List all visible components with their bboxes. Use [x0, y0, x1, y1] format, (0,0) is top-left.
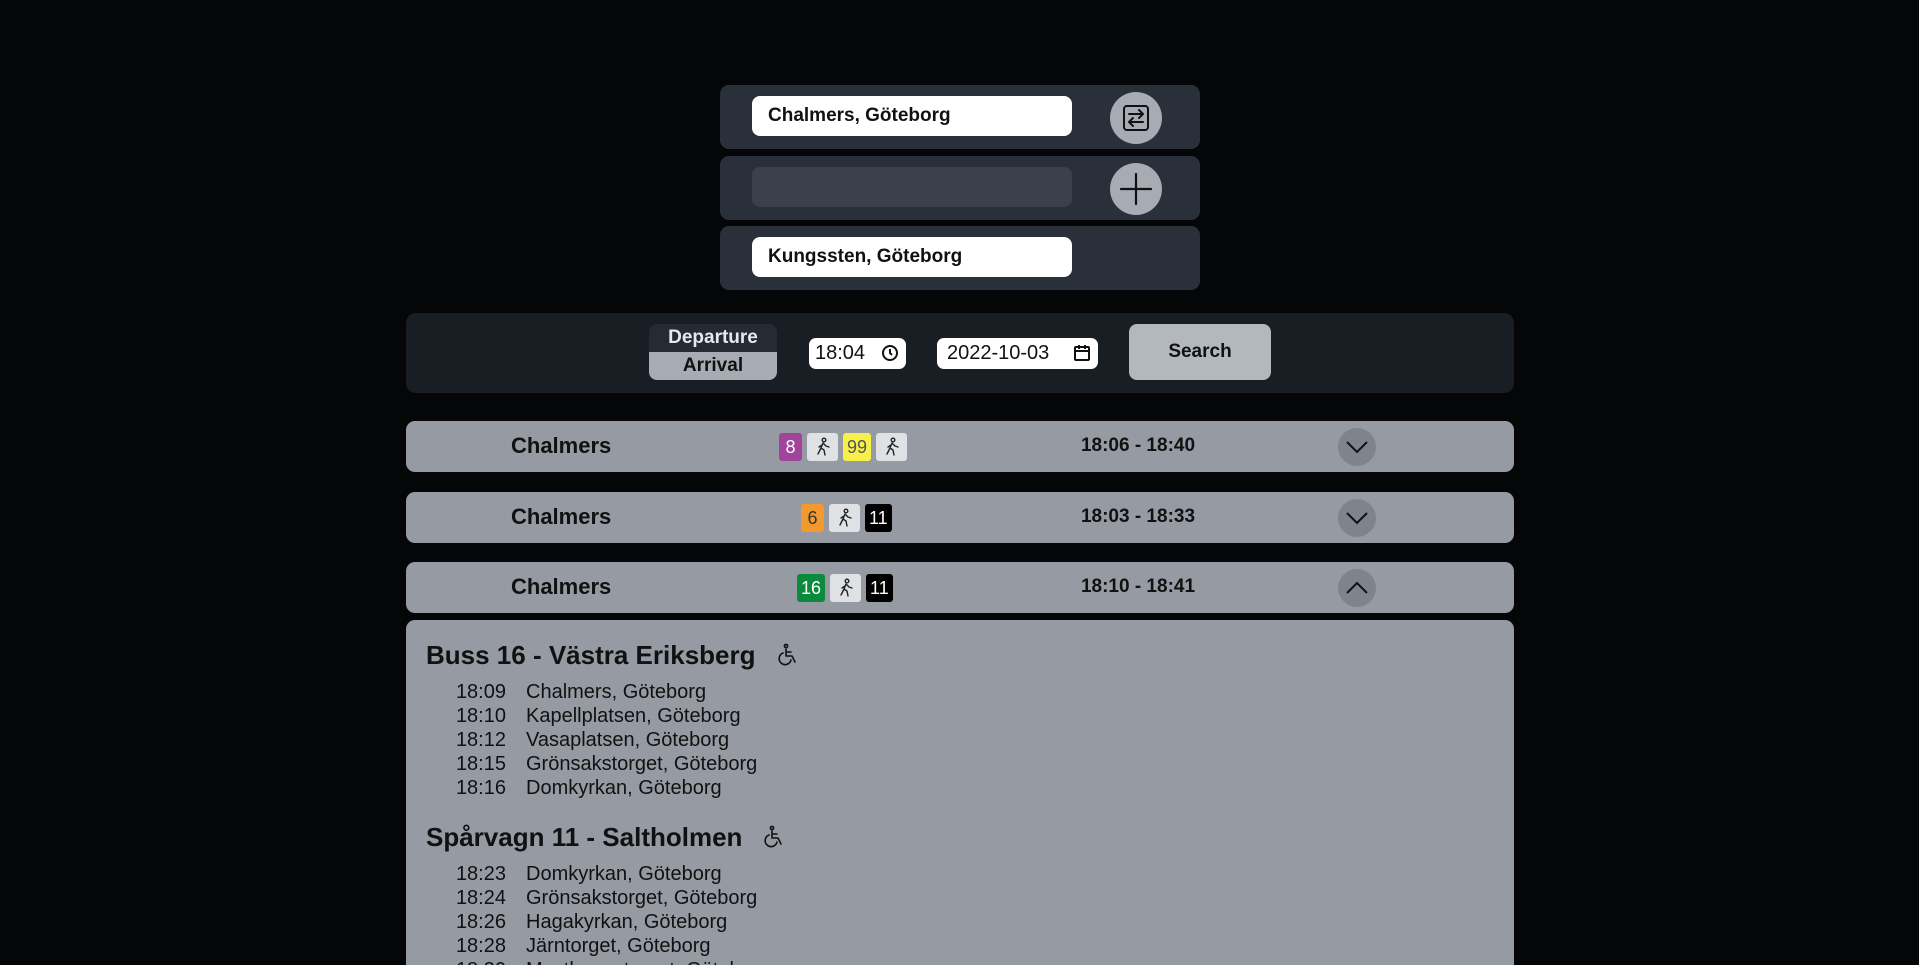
stop-row: 18:12 Vasaplatsen, Göteborg	[426, 728, 1514, 752]
time-input[interactable]: 18:04	[809, 338, 906, 369]
walk-icon	[829, 504, 860, 532]
line-badge: 11	[865, 504, 892, 532]
via-input[interactable]	[752, 167, 1072, 207]
walk-icon	[876, 433, 908, 461]
stop-row: 18:10 Kapellplatsen, Göteborg	[426, 704, 1514, 728]
stop-time: 18:24	[455, 887, 506, 909]
wheelchair-icon	[764, 825, 783, 848]
trip-row[interactable]: Chalmers 6 11 18:03 - 18:33	[406, 492, 1514, 543]
search-bar: Departure Arrival 18:04 2022-10-03 Searc…	[406, 313, 1514, 393]
via-row	[720, 156, 1200, 220]
time-value: 18:04	[815, 342, 866, 364]
trip-legs: 6 11	[801, 504, 892, 532]
plus-icon	[1119, 172, 1153, 206]
stop-time: 18:10	[455, 705, 506, 727]
stop-name: Järntorget, Göteborg	[526, 935, 711, 957]
segment-header: Buss 16 - Västra Eriksberg	[426, 638, 1514, 672]
line-badge: 16	[797, 574, 826, 602]
departure-option[interactable]: Departure	[649, 324, 777, 352]
stop-time: 18:12	[455, 729, 506, 751]
stop-row: 18:23 Domkyrkan, Göteborg	[426, 862, 1514, 886]
stop-name: Chalmers, Göteborg	[526, 681, 707, 703]
date-input[interactable]: 2022-10-03	[937, 338, 1098, 369]
trip-row[interactable]: Chalmers 16 11 18:10 - 18:41	[406, 562, 1514, 613]
trip-origin: Chalmers	[511, 504, 612, 529]
line-badge: 99	[843, 433, 872, 461]
to-input[interactable]	[752, 237, 1072, 277]
from-input[interactable]	[752, 96, 1072, 136]
expand-button[interactable]	[1338, 428, 1376, 466]
segment-title: Spårvagn 11 - Saltholmen	[426, 821, 743, 852]
stop-row: 18:09 Chalmers, Göteborg	[426, 680, 1514, 704]
arrival-option[interactable]: Arrival	[649, 352, 777, 380]
stop-time: 18:30	[426, 958, 526, 965]
line-badge: 6	[801, 504, 824, 532]
stop-name: Domkyrkan, Göteborg	[526, 863, 722, 885]
stop-name: Grönsakstorget, Göteborg	[526, 753, 758, 775]
route-segment: Buss 16 - Västra Eriksberg 18:09 Chalmers,…	[426, 638, 1514, 800]
clock-icon[interactable]	[881, 344, 899, 362]
stop-name: Vasaplatsen, Göteborg	[526, 729, 730, 751]
stop-row: 18:28 Järntorget, Göteborg	[426, 934, 1514, 958]
stop-row: 18:26 Hagakyrkan, Göteborg	[426, 910, 1514, 934]
stop-row: 18:15 Grönsakstorget, Göteborg	[426, 752, 1514, 776]
stop-time: 18:26	[455, 911, 506, 933]
trip-row[interactable]: Chalmers 8 99 18:06 - 18:40	[406, 421, 1514, 472]
to-row	[720, 226, 1200, 290]
swap-button[interactable]	[1110, 92, 1162, 144]
walk-icon	[807, 433, 838, 461]
stop-time: 18:16	[455, 777, 506, 799]
segment-title: Buss 16 - Västra Eriksberg	[426, 639, 756, 670]
route-segment: Spårvagn 11 - Saltholmen 18:23 Domkyrkan, …	[426, 820, 1514, 965]
stop-row: 18:16 Domkyrkan, Göteborg	[426, 776, 1514, 800]
walk-icon	[830, 574, 862, 602]
trip-details: Buss 16 - Västra Eriksberg 18:09 Chalmers,…	[406, 620, 1514, 965]
trip-legs: 8 99	[779, 433, 908, 461]
stop-row: 18:24 Grönsakstorget, Göteborg	[426, 886, 1514, 910]
stop-name: Masthuggstorget, Göteborg	[526, 958, 769, 965]
line-badge: 8	[779, 433, 802, 461]
search-button[interactable]: Search	[1129, 324, 1271, 380]
stop-time: 18:15	[455, 753, 506, 775]
chevron-down-icon	[1346, 512, 1368, 525]
stop-time: 18:09	[455, 681, 506, 703]
swap-icon	[1123, 105, 1149, 131]
stop-name: Domkyrkan, Göteborg	[526, 777, 722, 799]
calendar-icon[interactable]	[1073, 344, 1091, 362]
expand-button[interactable]	[1338, 499, 1376, 537]
stop-name: Hagakyrkan, Göteborg	[526, 911, 728, 933]
wheelchair-icon	[777, 643, 796, 666]
stop-time: 18:23	[455, 863, 506, 885]
trip-origin: Chalmers	[511, 574, 612, 599]
stop-name: Grönsakstorget, Göteborg	[526, 887, 758, 909]
trip-origin: Chalmers	[511, 433, 612, 458]
date-value: 2022-10-03	[947, 342, 1050, 364]
collapse-button[interactable]	[1338, 569, 1376, 607]
trip-legs: 16 11	[797, 574, 893, 602]
chevron-up-icon	[1346, 581, 1368, 594]
trip-time: 18:06 - 18:40	[1080, 435, 1196, 456]
trip-time: 18:10 - 18:41	[1080, 576, 1196, 597]
from-row	[720, 85, 1200, 149]
trip-time: 18:03 - 18:33	[1080, 506, 1196, 527]
chevron-down-icon	[1346, 441, 1368, 454]
add-via-button[interactable]	[1110, 163, 1162, 215]
stop-row: 18:30Masthuggstorget, Göteborg	[426, 958, 1514, 965]
line-badge: 11	[866, 574, 893, 602]
stop-name: Kapellplatsen, Göteborg	[526, 705, 741, 727]
stop-time: 18:28	[455, 935, 506, 957]
segment-header: Spårvagn 11 - Saltholmen	[426, 820, 1514, 854]
departure-arrival-toggle[interactable]: Departure Arrival	[649, 324, 777, 380]
